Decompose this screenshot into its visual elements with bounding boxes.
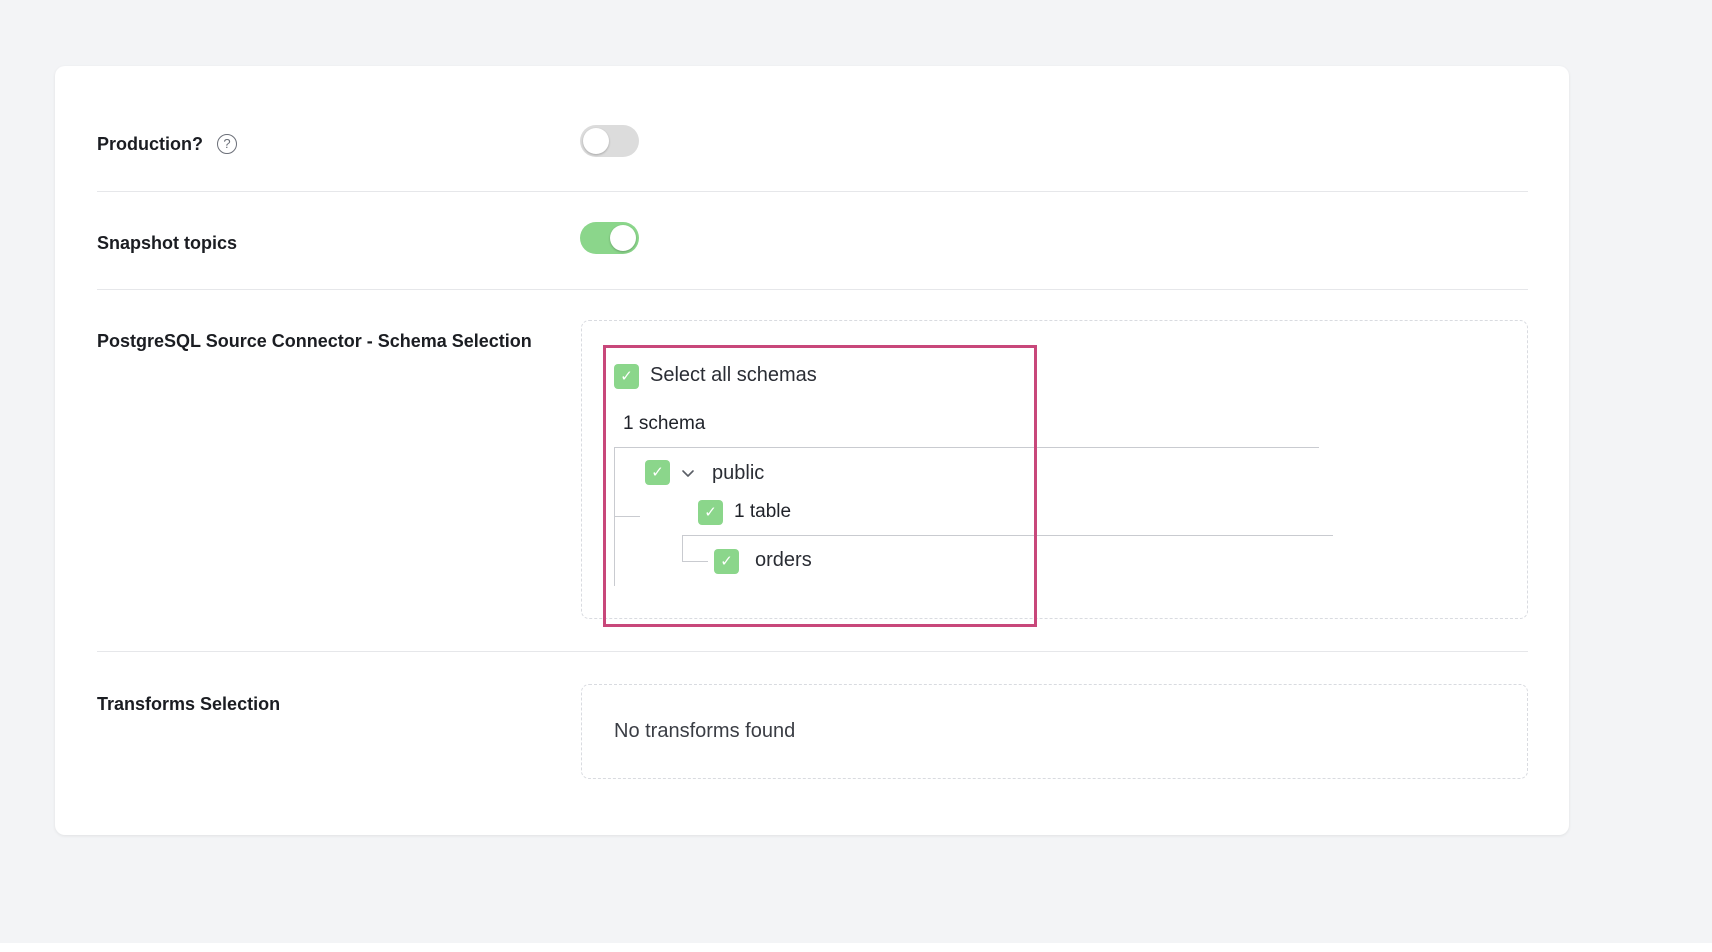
schema-selection-label: PostgreSQL Source Connector - Schema Sel…	[97, 331, 532, 351]
divider	[97, 651, 1528, 652]
schema-public-label[interactable]: public	[712, 462, 764, 485]
production-label: Production?	[97, 134, 203, 154]
table-orders-checkbox[interactable]: ✓	[714, 549, 739, 574]
toggle-knob	[610, 225, 636, 251]
select-all-schemas-checkbox[interactable]: ✓	[614, 364, 639, 389]
select-all-schemas-label[interactable]: Select all schemas	[650, 364, 817, 387]
table-count: 1 table	[734, 501, 792, 522]
no-transforms-message: No transforms found	[614, 720, 796, 742]
snapshot-topics-label: Snapshot topics	[97, 233, 238, 253]
schema-count: 1 schema	[623, 413, 706, 434]
schema-public-checkbox[interactable]: ✓	[645, 460, 670, 485]
help-circle-icon[interactable]: ?	[217, 134, 237, 154]
snapshot-topics-toggle[interactable]	[580, 222, 639, 254]
toggle-knob	[583, 128, 609, 154]
tree-separator	[682, 535, 1333, 536]
tree-connector	[682, 535, 683, 562]
tree-connector	[682, 561, 708, 562]
chevron-down-icon[interactable]	[680, 466, 696, 482]
production-toggle[interactable]	[580, 125, 639, 157]
divider	[97, 191, 1528, 192]
table-orders-label[interactable]: orders	[755, 549, 812, 572]
tree-connector	[614, 516, 640, 517]
divider	[97, 289, 1528, 290]
table-count-checkbox[interactable]: ✓	[698, 500, 723, 525]
tree-separator	[614, 447, 1319, 448]
transforms-selection-label: Transforms Selection	[97, 694, 281, 714]
